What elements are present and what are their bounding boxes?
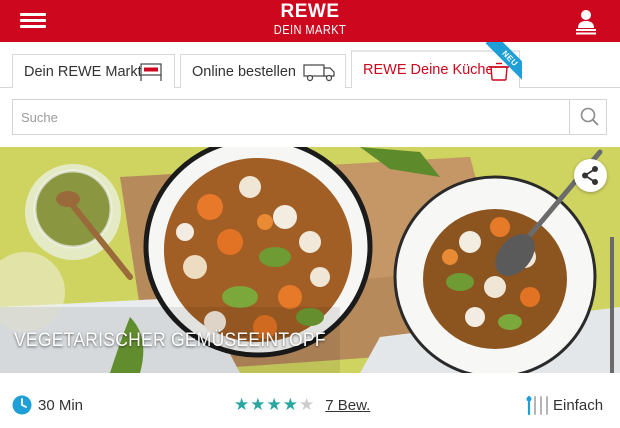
rating-link[interactable]: ★ ★ ★ ★ ★ 7 Bew. (234, 394, 370, 416)
recipe-title: VEGETARISCHER GEMÜSEEINTOPF (14, 330, 326, 351)
difficulty: Einfach (525, 394, 603, 416)
search-icon (580, 107, 599, 126)
main-tabs: Dein REWE Markt Online bestellen REWE De… (0, 42, 620, 88)
share-button[interactable] (574, 159, 607, 192)
star-filled-icon: ★ (234, 395, 250, 415)
search-button[interactable] (569, 100, 607, 134)
rewe-logo[interactable]: REWE DEIN MARKT (260, 0, 360, 42)
star-filled-icon: ★ (266, 395, 282, 415)
cooking-time-value: 30 Min (38, 396, 84, 414)
search-input[interactable] (13, 100, 569, 134)
clock-icon (12, 395, 32, 415)
tab-label: Online bestellen (192, 63, 296, 80)
user-account-icon[interactable] (572, 8, 600, 36)
reviews-count: 7 Bew. (325, 396, 371, 414)
cooking-time: 30 Min (12, 394, 83, 416)
logo-sub-text: DEIN MARKT (273, 22, 347, 37)
difficulty-value: Einfach (553, 396, 604, 414)
share-icon (582, 166, 598, 185)
delivery-truck-icon (303, 64, 335, 82)
recipe-info-bar: 30 Min ★ ★ ★ ★ ★ 7 Bew. Einfach (0, 373, 620, 428)
search-bar (12, 99, 607, 135)
star-empty-icon: ★ (299, 395, 315, 415)
rating-stars: ★ ★ ★ ★ ★ (234, 396, 315, 414)
star-filled-icon: ★ (250, 395, 266, 415)
recipe-hero-image: VEGETARISCHER GEMÜSEEINTOPF (0, 147, 620, 373)
rewe-store-flag-icon (140, 63, 162, 81)
top-bar: REWE DEIN MARKT (0, 0, 620, 42)
new-badge: NEU (478, 42, 522, 82)
tab-label: Dein REWE Markt (24, 63, 142, 80)
cutlery-icon (526, 395, 548, 415)
tab-dein-rewe-markt[interactable]: Dein REWE Markt (12, 54, 175, 88)
star-filled-icon: ★ (282, 395, 298, 415)
menu-icon[interactable] (20, 13, 46, 29)
tab-online-bestellen[interactable]: Online bestellen (180, 54, 346, 88)
logo-main-text: REWE (280, 1, 340, 22)
new-badge-label: NEU (485, 42, 522, 82)
tab-label: REWE Deine Küche (363, 62, 494, 78)
